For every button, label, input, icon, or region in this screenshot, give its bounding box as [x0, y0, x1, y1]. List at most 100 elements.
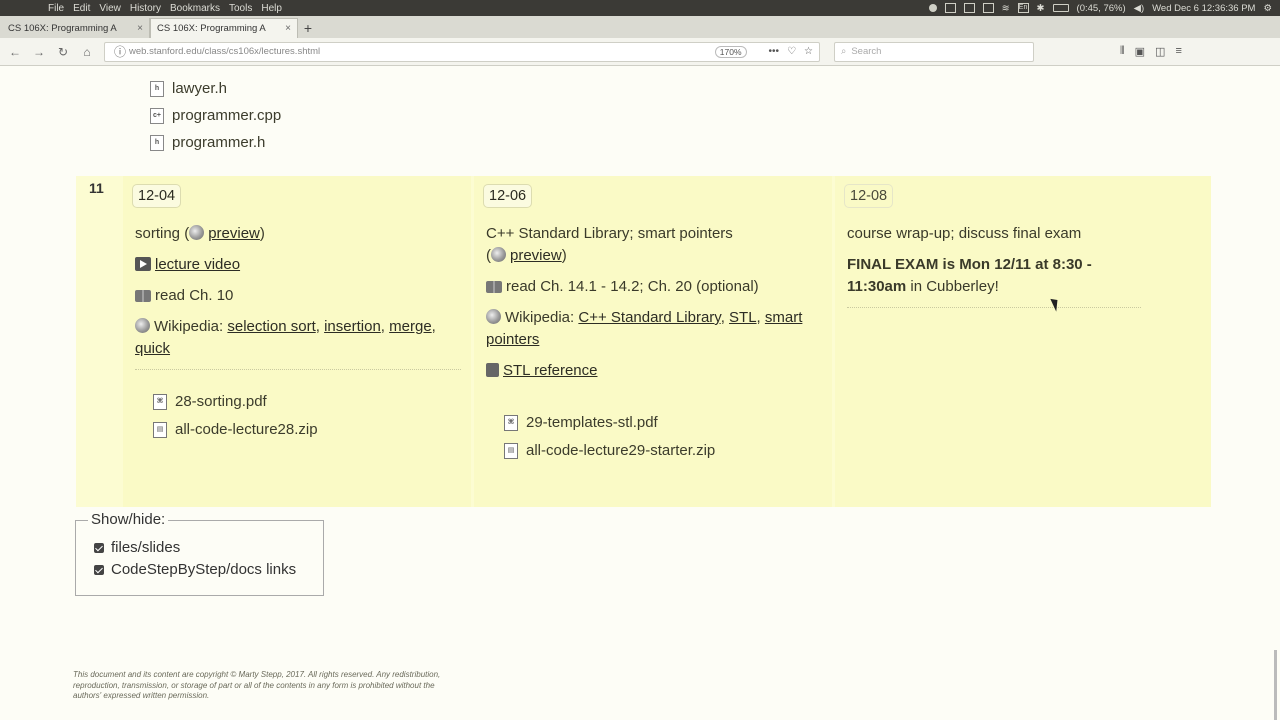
back-icon[interactable]: ← [6, 43, 24, 61]
zoom-level[interactable]: 170% [714, 45, 747, 58]
date-badge: 12-04 [133, 185, 181, 207]
menu-tools[interactable]: Tools [229, 3, 252, 14]
file-link[interactable]: h programmer.h [150, 129, 281, 156]
file-link[interactable]: ▤ all-code-lecture29-starter.zip [504, 437, 822, 465]
checkbox-label[interactable]: files/slides [111, 539, 180, 556]
screenshot-icon[interactable]: ◫ [1155, 45, 1165, 58]
reading-text: read Ch. 14.1 - 14.2; Ch. 20 (optional) [506, 278, 759, 295]
menu-edit[interactable]: Edit [73, 3, 90, 14]
new-tab-button[interactable]: + [298, 18, 318, 38]
scrollbar[interactable] [1274, 650, 1277, 720]
indicator-icon[interactable] [982, 3, 994, 13]
wiki-link-cpp-standard-library[interactable]: C++ Standard Library [578, 309, 720, 326]
show-hide-panel: Show/hide: files/slides CodeStepByStep/d… [75, 511, 324, 596]
file-name[interactable]: all-code-lecture29-starter.zip [526, 440, 715, 462]
book-icon [486, 281, 502, 293]
page-actions-icon[interactable]: ••• [769, 46, 780, 57]
reload-icon[interactable]: ↻ [54, 43, 72, 61]
reference-icon [486, 363, 499, 377]
file-name[interactable]: lawyer.h [172, 80, 227, 97]
browser-tab-active[interactable]: CS 106X: Programming A × [150, 18, 298, 38]
previous-week-files: h lawyer.h c+ programmer.cpp h programme… [150, 75, 281, 156]
battery-icon[interactable] [1052, 4, 1069, 12]
pdf-icon: ⌘ [504, 415, 518, 431]
menu-file[interactable]: File [48, 3, 64, 14]
reading-row: read Ch. 10 [135, 285, 461, 307]
lecture-video-link[interactable]: lecture video [155, 256, 240, 273]
file-link[interactable]: ⌘ 28-sorting.pdf [153, 388, 461, 416]
file-name[interactable]: programmer.cpp [172, 107, 281, 124]
toggle-docs-links[interactable]: CodeStepByStep/docs links [94, 561, 296, 578]
indicator-icon[interactable] [944, 3, 956, 13]
bluetooth-icon[interactable]: ✱ [1037, 3, 1045, 14]
week-row: 11 12-04 sorting (preview) lecture video… [76, 176, 1211, 507]
menu-bookmarks[interactable]: Bookmarks [170, 3, 220, 14]
zip-icon: ▤ [504, 443, 518, 459]
zip-icon: ▤ [153, 422, 167, 438]
browser-tab[interactable]: CS 106X: Programming A × [2, 18, 150, 38]
file-name[interactable]: 29-templates-stl.pdf [526, 412, 658, 434]
search-input[interactable]: ⌕ Search [834, 41, 1034, 62]
wiki-link-insertion[interactable]: insertion [324, 318, 381, 335]
search-icon: ⌕ [841, 46, 847, 57]
home-icon[interactable]: ⌂ [78, 43, 96, 61]
wiki-link-selection-sort[interactable]: selection sort [227, 318, 315, 335]
volume-icon[interactable]: ◀) [1134, 3, 1144, 14]
close-icon[interactable]: × [285, 23, 291, 34]
preview-icon [189, 225, 205, 240]
copyright-notice: This document and its content are copyri… [73, 670, 441, 700]
keyboard-layout[interactable]: En [1017, 3, 1029, 13]
hamburger-menu-icon[interactable]: ≡ [1175, 45, 1181, 58]
wiki-link-quick[interactable]: quick [135, 340, 170, 357]
video-icon [135, 257, 151, 271]
url-text[interactable]: web.stanford.edu/class/cs106x/lectures.s… [129, 46, 715, 57]
sidebar-icon[interactable]: ▣ [1135, 45, 1145, 58]
bookmark-star-icon[interactable]: ☆ [804, 46, 813, 57]
close-icon[interactable]: × [137, 23, 143, 34]
stl-reference-link[interactable]: STL reference [503, 362, 598, 379]
site-info-icon[interactable]: ⓘ [111, 43, 129, 61]
file-link[interactable]: h lawyer.h [150, 75, 281, 102]
lecture-topic: sorting (preview) [135, 223, 461, 245]
clock[interactable]: Wed Dec 6 12:36:36 PM [1152, 3, 1255, 14]
tab-title: CS 106X: Programming A [157, 23, 266, 34]
date-badge: 12-08 [845, 185, 892, 207]
reading-text: read Ch. 10 [155, 287, 234, 304]
topic-text: C++ Standard Library; smart pointers [486, 225, 733, 242]
checkbox-checked[interactable] [94, 564, 104, 575]
wiki-link-merge[interactable]: merge [389, 318, 432, 335]
lecture-topic: C++ Standard Library; smart pointers (pr… [486, 223, 822, 267]
file-name[interactable]: programmer.h [172, 134, 265, 151]
tab-title: CS 106X: Programming A [8, 22, 117, 34]
file-name[interactable]: all-code-lecture28.zip [175, 419, 318, 441]
wifi-icon[interactable]: ≋ [1002, 3, 1010, 14]
file-link[interactable]: c+ programmer.cpp [150, 102, 281, 129]
pdf-icon: ⌘ [153, 394, 167, 410]
preview-icon [491, 247, 506, 262]
preview-link[interactable]: preview [510, 247, 562, 264]
library-icon[interactable]: ⫴ [1120, 45, 1125, 58]
paren-close: ) [561, 247, 567, 264]
toggle-files-slides[interactable]: files/slides [94, 539, 180, 556]
pocket-icon[interactable]: ♡ [787, 46, 796, 57]
dropbox-icon[interactable] [928, 4, 937, 12]
forward-icon[interactable]: → [30, 43, 48, 61]
file-name[interactable]: 28-sorting.pdf [175, 391, 267, 413]
wiki-link-stl[interactable]: STL [729, 309, 757, 326]
page-content: h lawyer.h c+ programmer.cpp h programme… [0, 67, 1280, 720]
menu-view[interactable]: View [99, 3, 121, 14]
url-bar[interactable]: ⓘ web.stanford.edu/class/cs106x/lectures… [104, 41, 820, 62]
menu-history[interactable]: History [130, 3, 161, 14]
file-link[interactable]: ▤ all-code-lecture28.zip [153, 416, 461, 444]
book-icon [135, 290, 151, 302]
gear-icon[interactable]: ⚙ [1263, 3, 1272, 14]
preview-link[interactable]: preview [208, 225, 260, 242]
topic-text: sorting ( [135, 225, 190, 242]
file-link[interactable]: ⌘ 29-templates-stl.pdf [504, 409, 822, 437]
checkbox-checked[interactable] [94, 542, 104, 553]
final-exam-note: FINAL EXAM is Mon 12/11 at 8:30 - 11:30a… [847, 254, 1141, 298]
menu-help[interactable]: Help [261, 3, 282, 14]
tab-strip: CS 106X: Programming A × CS 106X: Progra… [0, 16, 1280, 38]
checkbox-label[interactable]: CodeStepByStep/docs links [111, 561, 296, 578]
indicator-icon[interactable] [963, 3, 975, 13]
